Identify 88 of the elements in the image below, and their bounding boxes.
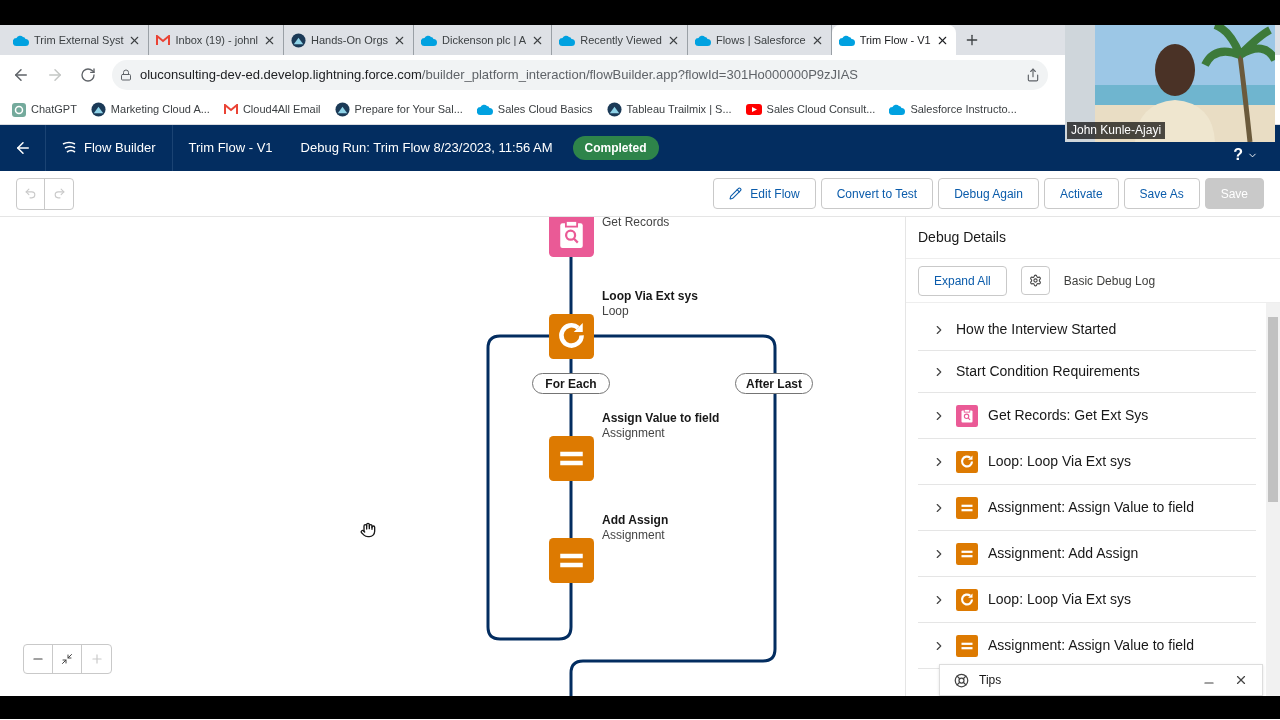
node-type: Get Records bbox=[602, 217, 670, 230]
redo-icon bbox=[52, 187, 66, 200]
help-button[interactable]: ? bbox=[1233, 143, 1243, 167]
knot-icon bbox=[12, 102, 26, 117]
tab-title: Flows | Salesforce bbox=[715, 32, 806, 48]
cloud-icon bbox=[13, 34, 29, 46]
flow-name: Trim Flow - V1 bbox=[187, 139, 274, 158]
share-icon[interactable] bbox=[1026, 68, 1040, 82]
browser-tab[interactable]: Trim Flow - V1 bbox=[831, 25, 956, 55]
mountain-icon bbox=[90, 102, 106, 117]
branch-label: After Last bbox=[735, 373, 813, 394]
close-icon[interactable] bbox=[1234, 673, 1248, 687]
status-badge: Completed bbox=[572, 136, 659, 160]
tab-title: Trim Flow - V1 bbox=[859, 32, 931, 48]
toolbar-button[interactable]: Activate bbox=[1043, 178, 1119, 209]
panel-title: Debug Details bbox=[918, 228, 1006, 247]
bookmark[interactable]: Cloud4All Email bbox=[223, 101, 321, 118]
hand-cursor-icon bbox=[360, 522, 376, 538]
bookmark[interactable]: ChatGPT bbox=[12, 101, 77, 118]
tab-title: Inbox (19) - johnl bbox=[175, 32, 258, 48]
cloud-icon bbox=[889, 104, 906, 115]
mail-icon bbox=[156, 34, 171, 46]
tab-title: Hands-On Orgs bbox=[311, 32, 389, 48]
debug-entry[interactable]: Assignment: Assign Value to field bbox=[918, 485, 1256, 531]
tab-title: Recently Viewed bbox=[580, 32, 662, 48]
undo-icon bbox=[24, 187, 37, 200]
equals-icon bbox=[956, 542, 978, 565]
bookmark[interactable]: Sales Cloud Consult... bbox=[745, 101, 876, 118]
bookmark[interactable]: Sales Cloud Basics bbox=[476, 101, 593, 118]
bookmark[interactable]: Prepare for Your Sal... bbox=[334, 101, 463, 118]
cloud-icon bbox=[421, 34, 438, 46]
toolbar-button[interactable]: Save As bbox=[1123, 178, 1200, 209]
participant-name: John Kunle-Ajayi bbox=[1067, 122, 1166, 139]
toolbar-button[interactable]: Convert to Test bbox=[820, 178, 934, 209]
equals-icon bbox=[549, 538, 594, 583]
branch-label: For Each bbox=[532, 373, 610, 394]
log-level: Basic Debug Log bbox=[1063, 272, 1156, 290]
equals-icon bbox=[956, 634, 978, 657]
node-type: Assignment bbox=[602, 426, 666, 441]
bookmark[interactable]: Tableau Trailmix | S... bbox=[606, 101, 732, 118]
debug-entry[interactable]: How the Interview Started bbox=[918, 309, 1256, 351]
debug-run-title: Debug Run: Trim Flow 8/23/2023, 11:56 AM bbox=[299, 139, 554, 158]
loop-icon bbox=[549, 314, 594, 359]
tab-title: Trim External Syst bbox=[34, 32, 124, 48]
node-title: Add Assign bbox=[602, 513, 669, 528]
lock-icon bbox=[120, 69, 132, 81]
cloud-icon bbox=[559, 34, 576, 46]
equals-icon bbox=[956, 496, 978, 519]
fit-icon bbox=[61, 653, 73, 665]
node-title: Assign Value to field bbox=[602, 411, 720, 426]
bookmark[interactable]: Marketing Cloud A... bbox=[90, 101, 210, 118]
reload-icon[interactable] bbox=[80, 67, 96, 83]
settings-button[interactable] bbox=[1020, 266, 1050, 295]
tips-title: Tips bbox=[979, 672, 1002, 689]
app-name: Flow Builder bbox=[84, 139, 156, 158]
lifebuoy-icon bbox=[954, 672, 969, 688]
loop-icon bbox=[956, 588, 978, 611]
loop-icon bbox=[956, 450, 978, 473]
cloud-icon bbox=[694, 34, 711, 46]
expand-all-button[interactable]: Expand All bbox=[918, 265, 1007, 296]
clipboard-search-icon bbox=[956, 404, 978, 427]
debug-entry[interactable]: Loop: Loop Via Ext sys bbox=[918, 577, 1256, 623]
cloud-icon bbox=[476, 104, 493, 115]
toolbar-button[interactable]: Debug Again bbox=[938, 178, 1039, 209]
node-title: Loop Via Ext sys bbox=[602, 289, 698, 304]
node-type: Assignment bbox=[602, 528, 666, 543]
back-icon[interactable] bbox=[12, 66, 30, 84]
waves-icon bbox=[62, 141, 76, 155]
mountain-icon bbox=[291, 32, 306, 48]
address-bar[interactable]: oluconsulting-dev-ed.develop.lightning.force.com/builder_platform_interaction/flowBuilder.app?flowId=301Ho000000P9zJIAS bbox=[112, 60, 1048, 90]
debug-entry[interactable]: Assignment: Add Assign bbox=[918, 531, 1256, 577]
plus-icon bbox=[89, 652, 104, 666]
debug-entry[interactable]: Get Records: Get Ext Sys bbox=[918, 393, 1256, 439]
pencil-icon bbox=[729, 187, 743, 200]
debug-entry[interactable]: Start Condition Requirements bbox=[918, 351, 1256, 393]
mountain-icon bbox=[606, 102, 622, 117]
cloud-icon bbox=[838, 34, 855, 46]
play-icon bbox=[745, 104, 762, 115]
node-type: Loop bbox=[602, 304, 630, 319]
equals-icon bbox=[549, 436, 594, 481]
mountain-icon bbox=[334, 102, 350, 117]
gear-icon bbox=[1028, 274, 1042, 287]
bookmark[interactable]: Salesforce Instructo... bbox=[889, 101, 1017, 118]
debug-entry[interactable]: Loop: Loop Via Ext sys bbox=[918, 439, 1256, 485]
url-text: oluconsulting-dev-ed.develop.lightning.force.com/builder_platform_interaction/flowBuilder.app?flowId=301Ho000000P9zJIAS bbox=[140, 66, 858, 85]
tab-title: Dickenson plc | A bbox=[442, 32, 527, 48]
toolbar-button[interactable]: Edit Flow bbox=[713, 178, 816, 209]
mail-icon bbox=[223, 104, 238, 115]
